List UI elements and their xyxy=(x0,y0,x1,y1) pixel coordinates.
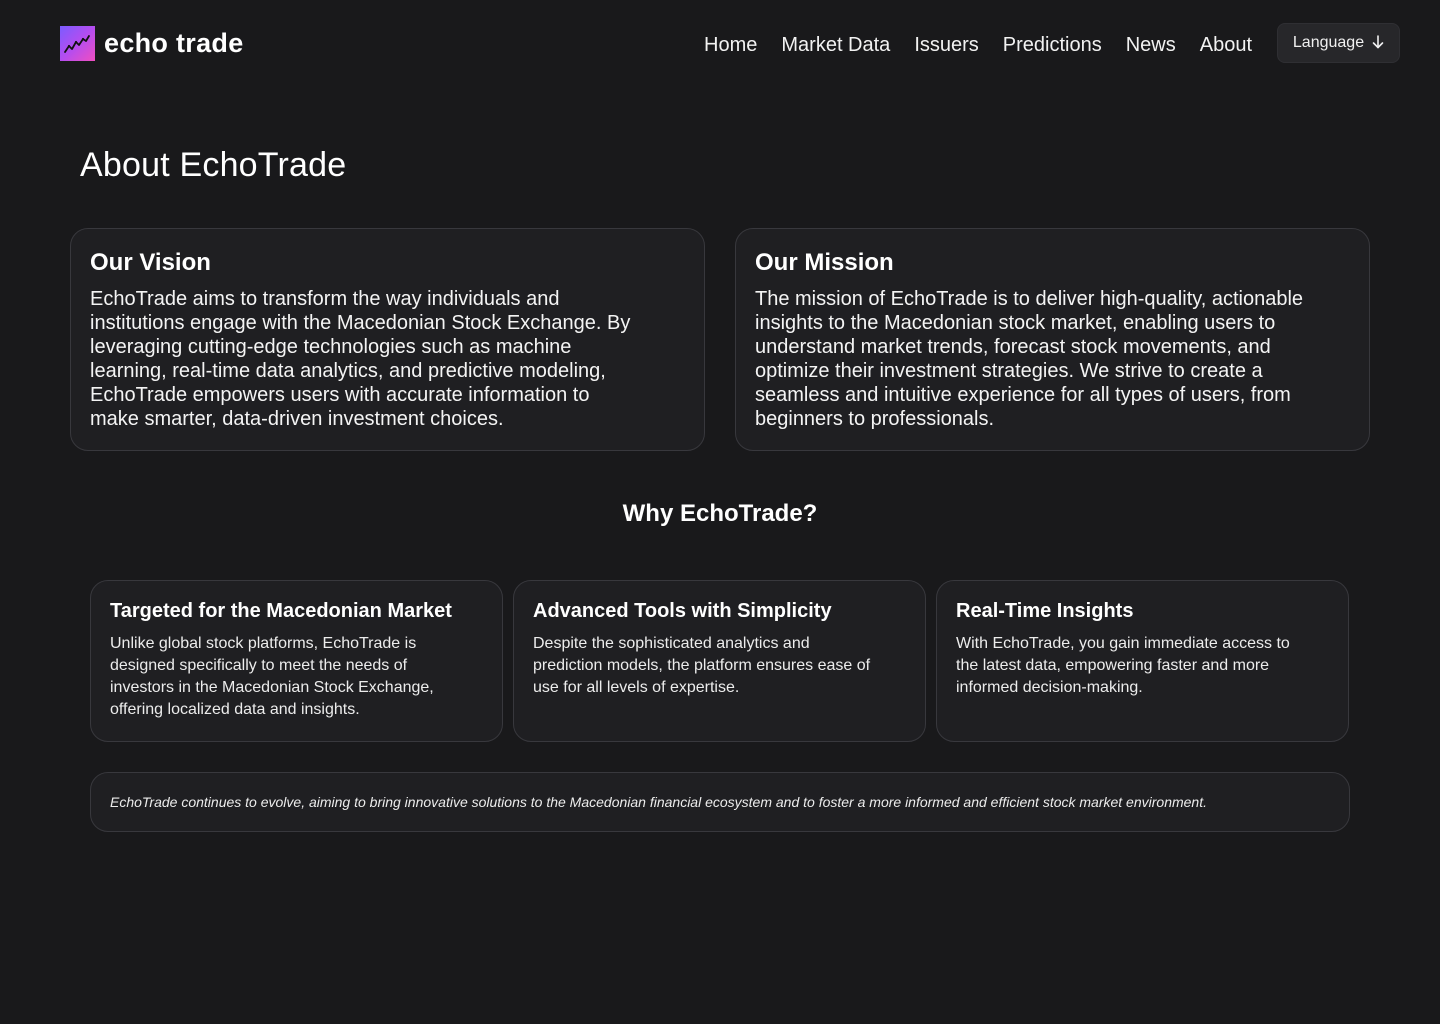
feature-card-real-time: Real-Time Insights With EchoTrade, you g… xyxy=(936,580,1349,742)
mission-title: Our Mission xyxy=(755,249,894,276)
vision-text: EchoTrade aims to transform the way indi… xyxy=(90,288,631,430)
feature-card-targeted: Targeted for the Macedonian Market Unlik… xyxy=(90,580,503,742)
mission-card: Our Mission The mission of EchoTrade is … xyxy=(735,228,1370,451)
logo-text: echo trade xyxy=(104,28,244,58)
language-button-label: Language xyxy=(1292,34,1365,51)
feature-card-title: Real-Time Insights xyxy=(956,600,1134,622)
nav-about[interactable]: About xyxy=(1200,32,1252,58)
chart-trend-icon xyxy=(60,26,95,61)
language-button[interactable]: Language xyxy=(1277,23,1400,63)
nav-news[interactable]: News xyxy=(1126,32,1176,58)
closing-note-text: EchoTrade continues to evolve, aiming to… xyxy=(110,794,1207,810)
nav-predictions[interactable]: Predictions xyxy=(1003,32,1102,58)
nav-market-data[interactable]: Market Data xyxy=(781,32,890,58)
feature-card-title: Advanced Tools with Simplicity xyxy=(533,600,832,622)
why-section-title: Why EchoTrade? xyxy=(622,500,818,527)
nav-issuers[interactable]: Issuers xyxy=(914,32,978,58)
logo-link[interactable]: echo trade xyxy=(60,26,244,61)
site-header: echo trade Home Market Data Issuers Pred… xyxy=(0,0,1440,88)
vision-title: Our Vision xyxy=(90,249,211,276)
main-nav: Home Market Data Issuers Predictions New… xyxy=(680,32,1252,58)
feature-card-advanced-tools: Advanced Tools with Simplicity Despite t… xyxy=(513,580,926,742)
about-page: echo trade Home Market Data Issuers Pred… xyxy=(0,0,1440,1024)
feature-card-text: Despite the sophisticated analytics and … xyxy=(533,635,871,696)
vision-card: Our Vision EchoTrade aims to transform t… xyxy=(70,228,705,451)
page-title: About EchoTrade xyxy=(80,146,347,184)
feature-card-title: Targeted for the Macedonian Market xyxy=(110,600,452,622)
mission-text: The mission of EchoTrade is to deliver h… xyxy=(755,288,1304,430)
arrow-down-icon xyxy=(1372,34,1384,52)
nav-home[interactable]: Home xyxy=(704,32,757,58)
closing-note: EchoTrade continues to evolve, aiming to… xyxy=(90,772,1350,832)
feature-card-text: With EchoTrade, you gain immediate acces… xyxy=(956,635,1290,696)
feature-card-text: Unlike global stock platforms, EchoTrade… xyxy=(110,635,434,718)
